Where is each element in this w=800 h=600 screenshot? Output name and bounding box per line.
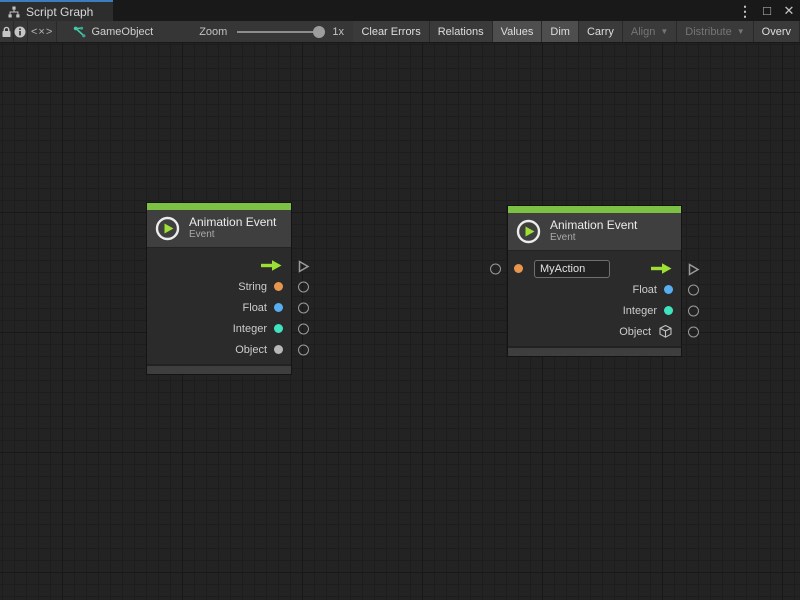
maximize-icon[interactable]: □ bbox=[758, 2, 776, 20]
zoom-control: Zoom 1x bbox=[199, 21, 344, 42]
flow-arrow-icon bbox=[649, 262, 673, 275]
node-title: Animation Event bbox=[189, 215, 276, 229]
output-row-float: Float bbox=[147, 297, 291, 318]
script-graph-icon bbox=[73, 26, 86, 38]
zoom-slider-handle[interactable] bbox=[313, 26, 325, 38]
string-output-port[interactable] bbox=[298, 281, 309, 292]
output-row-integer: Integer bbox=[147, 318, 291, 339]
distribute-dropdown: Distribute ▼ bbox=[677, 21, 753, 42]
string-type-dot bbox=[514, 264, 523, 273]
port-label: Object bbox=[619, 326, 651, 338]
node-title: Animation Event bbox=[550, 218, 637, 232]
angle-brackets-icon: <×> bbox=[31, 26, 53, 38]
node-footer bbox=[147, 364, 291, 374]
float-type-dot bbox=[664, 285, 673, 294]
toolbar: <×> GameObject Zoom 1x Clear Errors Rela… bbox=[0, 21, 800, 43]
integer-type-dot bbox=[664, 306, 673, 315]
info-icon bbox=[14, 26, 26, 38]
tab-label: Script Graph bbox=[26, 5, 93, 19]
graph-icon bbox=[8, 6, 20, 18]
output-row-integer: Integer bbox=[508, 300, 681, 321]
clear-errors-button[interactable]: Clear Errors bbox=[353, 21, 429, 42]
titlebar: Script Graph ⋮ □ ✕ bbox=[0, 0, 800, 21]
flow-output-port[interactable] bbox=[297, 260, 309, 272]
lock-button[interactable] bbox=[0, 21, 14, 42]
gameobject-label: GameObject bbox=[91, 26, 153, 38]
node-animation-event-1[interactable]: Animation Event Event Strin bbox=[146, 202, 292, 375]
name-input-port[interactable] bbox=[490, 263, 501, 274]
integer-type-dot bbox=[274, 324, 283, 333]
output-row-object: Object bbox=[508, 321, 681, 342]
port-label: Float bbox=[633, 284, 657, 296]
port-label: Object bbox=[235, 344, 267, 356]
integer-output-port[interactable] bbox=[688, 305, 699, 316]
port-label: Float bbox=[243, 302, 267, 314]
zoom-to-fit-button[interactable]: <×> bbox=[28, 21, 58, 42]
object-type-dot bbox=[274, 345, 283, 354]
float-output-port[interactable] bbox=[298, 302, 309, 313]
dim-toggle[interactable]: Dim bbox=[542, 21, 579, 42]
align-dropdown: Align ▼ bbox=[623, 21, 677, 42]
relations-button[interactable]: Relations bbox=[430, 21, 493, 42]
node-header[interactable]: Animation Event Event bbox=[508, 213, 681, 251]
port-label: String bbox=[238, 281, 267, 293]
float-type-dot bbox=[274, 303, 283, 312]
node-animation-event-2[interactable]: Animation Event Event bbox=[507, 205, 682, 357]
name-input-row bbox=[508, 258, 681, 279]
event-play-icon bbox=[515, 218, 542, 245]
graph-canvas[interactable]: Animation Event Event Strin bbox=[0, 43, 800, 600]
node-body: String Float Integer Object bbox=[147, 248, 291, 364]
zoom-slider[interactable] bbox=[237, 31, 325, 33]
output-row-float: Float bbox=[508, 279, 681, 300]
event-play-icon bbox=[154, 215, 181, 242]
node-header[interactable]: Animation Event Event bbox=[147, 210, 291, 248]
flow-arrow-icon bbox=[259, 259, 283, 272]
event-name-input[interactable] bbox=[534, 260, 610, 278]
integer-output-port[interactable] bbox=[298, 323, 309, 334]
zoom-value: 1x bbox=[332, 26, 344, 38]
carry-toggle[interactable]: Carry bbox=[579, 21, 623, 42]
node-accent-bar bbox=[508, 206, 681, 213]
port-label: Integer bbox=[233, 323, 267, 335]
chevron-down-icon: ▼ bbox=[737, 27, 745, 36]
output-row-object: Object bbox=[147, 339, 291, 360]
flow-output-row bbox=[147, 255, 291, 276]
overview-button[interactable]: Overv bbox=[754, 21, 800, 42]
zoom-label: Zoom bbox=[199, 26, 227, 38]
tab-script-graph[interactable]: Script Graph bbox=[0, 0, 113, 21]
object-output-port[interactable] bbox=[298, 344, 309, 355]
node-accent-bar bbox=[147, 203, 291, 210]
float-output-port[interactable] bbox=[688, 284, 699, 295]
cube-icon bbox=[658, 324, 673, 339]
kebab-menu-icon[interactable]: ⋮ bbox=[736, 2, 754, 20]
close-icon[interactable]: ✕ bbox=[780, 2, 798, 20]
values-toggle[interactable]: Values bbox=[493, 21, 543, 42]
port-label: Integer bbox=[623, 305, 657, 317]
string-type-dot bbox=[274, 282, 283, 291]
node-subtitle: Event bbox=[189, 229, 276, 241]
object-output-port[interactable] bbox=[688, 326, 699, 337]
lock-icon bbox=[1, 26, 12, 38]
graph-owner[interactable]: GameObject bbox=[73, 21, 153, 42]
flow-output-port[interactable] bbox=[687, 263, 699, 275]
node-footer bbox=[508, 346, 681, 356]
node-subtitle: Event bbox=[550, 232, 637, 244]
node-body: Float Integer Object bbox=[508, 251, 681, 346]
info-button[interactable] bbox=[14, 21, 28, 42]
output-row-string: String bbox=[147, 276, 291, 297]
chevron-down-icon: ▼ bbox=[660, 27, 668, 36]
